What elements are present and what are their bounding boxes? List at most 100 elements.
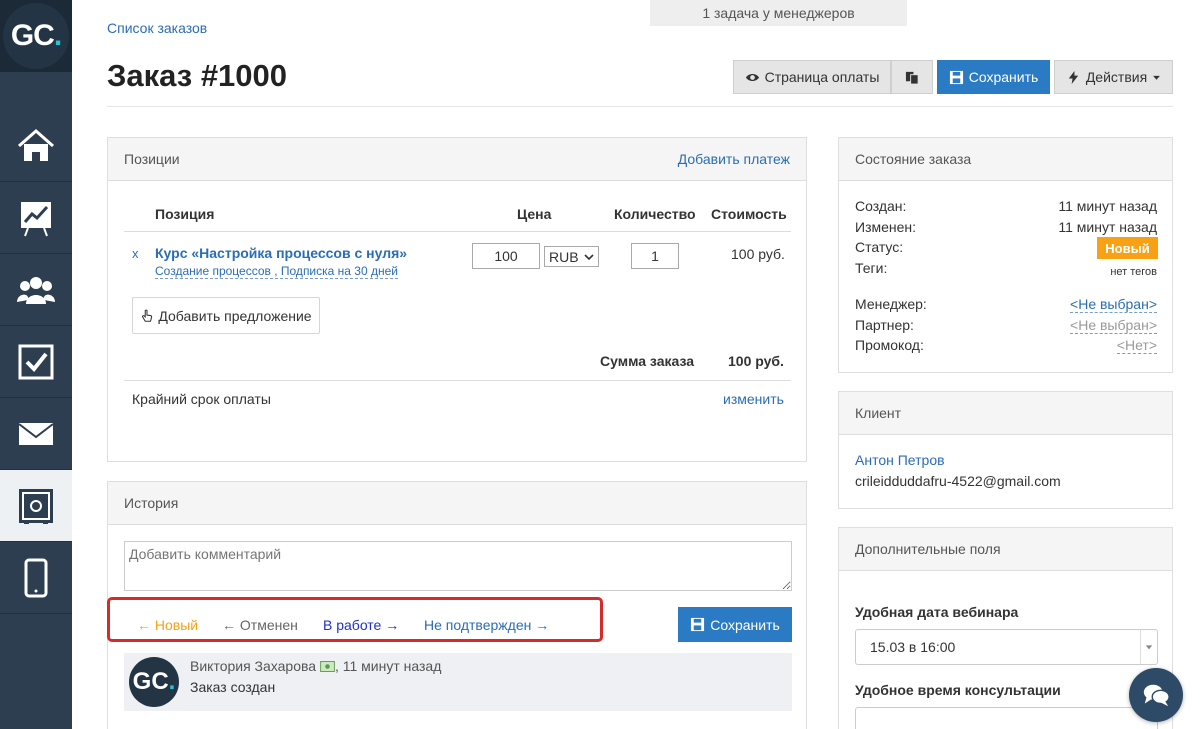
- save-label: Сохранить: [968, 69, 1039, 85]
- status-badge[interactable]: Новый: [1097, 237, 1158, 259]
- entry-text: Заказ создан: [190, 679, 276, 695]
- chevron-down-icon: [584, 253, 594, 260]
- history-entry: GC. Виктория Захарова , 11 минут назад З…: [124, 653, 792, 711]
- eye-icon: [745, 73, 759, 81]
- extra-fields-header: Дополнительные поля: [839, 528, 1172, 571]
- partner-select[interactable]: <Не выбран>: [1070, 317, 1157, 334]
- currency-select[interactable]: RUB: [544, 246, 599, 267]
- logo-badge: GC.: [3, 3, 69, 69]
- deadline-label: Крайний срок оплаты: [132, 391, 271, 407]
- safe-icon: [19, 488, 53, 524]
- users-icon: [17, 276, 55, 304]
- webinar-date-label: Удобная дата вебинара: [855, 604, 1019, 620]
- chart-icon: [21, 201, 51, 236]
- avatar: GC.: [129, 657, 179, 707]
- status-highlight: [107, 597, 603, 642]
- deadline-change-link[interactable]: изменить: [723, 391, 784, 407]
- entry-author[interactable]: Виктория Захарова: [190, 658, 316, 674]
- quantity-input[interactable]: 1: [631, 243, 679, 269]
- price-input[interactable]: 100: [472, 243, 540, 269]
- history-save-label: Сохранить: [710, 616, 780, 633]
- total-divider: [124, 380, 791, 381]
- chat-icon: [1143, 684, 1170, 707]
- client-title: Клиент: [855, 405, 902, 421]
- chat-button[interactable]: [1129, 668, 1183, 722]
- modified-label: Изменен:: [855, 219, 917, 235]
- tasks-banner[interactable]: 1 задача у менеджеров: [650, 0, 907, 26]
- avatar-dot: .: [168, 668, 176, 695]
- actions-label: Действия: [1085, 69, 1148, 85]
- money-icon: [320, 661, 335, 672]
- manager-select[interactable]: <Не выбран>: [1070, 296, 1157, 313]
- save-button[interactable]: Сохранить: [937, 60, 1050, 94]
- add-payment-link[interactable]: Добавить платеж: [678, 151, 790, 167]
- sidebar: GC.: [0, 0, 72, 729]
- col-cost: Стоимость: [711, 206, 787, 222]
- extra-fields-title: Дополнительные поля: [855, 541, 1001, 557]
- caret-down-icon: [1145, 645, 1153, 650]
- promo-select[interactable]: <Нет>: [1116, 337, 1157, 354]
- entry-time: , 11 минут назад: [334, 658, 442, 674]
- item-cost: 100 руб.: [731, 246, 785, 262]
- col-position: Позиция: [155, 206, 215, 222]
- hand-pointer-icon: [142, 309, 153, 322]
- order-state-header: Состояние заказа: [839, 138, 1172, 181]
- entry-meta: Виктория Захарова , 11 минут назад: [190, 658, 441, 674]
- history-header: История: [108, 482, 806, 525]
- history-save-button[interactable]: Сохранить: [678, 607, 792, 642]
- col-quantity: Количество: [614, 206, 696, 222]
- phone-icon: [24, 558, 48, 597]
- remove-item-button[interactable]: x: [132, 246, 139, 261]
- save-icon: [691, 617, 705, 632]
- home-icon: [18, 128, 54, 161]
- consult-time-input[interactable]: [855, 707, 1158, 729]
- partner-label: Партнер:: [855, 317, 914, 333]
- sidebar-item-mobile[interactable]: [0, 542, 72, 614]
- add-offer-button[interactable]: Добавить предложение: [132, 297, 320, 334]
- save-icon: [949, 70, 963, 84]
- modified-value: 11 минут назад: [1058, 219, 1157, 235]
- order-state-title: Состояние заказа: [855, 151, 972, 167]
- logo-text: GC: [10, 19, 55, 52]
- tags-label: Теги:: [855, 260, 888, 276]
- copy-button[interactable]: [891, 60, 933, 94]
- breadcrumb[interactable]: Список заказов: [107, 20, 207, 36]
- extra-fields-panel: Дополнительные поля Удобная дата вебинар…: [838, 527, 1173, 729]
- add-offer-label: Добавить предложение: [158, 307, 312, 324]
- order-total-value: 100 руб.: [728, 353, 784, 369]
- bolt-icon: [1068, 70, 1079, 84]
- consult-time-label: Удобное время консультации: [855, 682, 1061, 698]
- sidebar-item-tasks[interactable]: [0, 326, 72, 398]
- table-divider: [124, 231, 791, 232]
- caret-down-icon: [1153, 75, 1161, 80]
- sidebar-item-reports[interactable]: [0, 182, 72, 254]
- sidebar-item-sales[interactable]: [0, 470, 72, 542]
- created-label: Создан:: [855, 198, 907, 214]
- actions-dropdown[interactable]: Действия: [1054, 60, 1173, 94]
- currency-value: RUB: [549, 248, 579, 265]
- client-panel: Клиент Антон Петров crileidduddafru-4522…: [838, 391, 1173, 509]
- checkbox-icon: [18, 344, 54, 379]
- manager-label: Менеджер:: [855, 296, 927, 312]
- payment-page-button[interactable]: Страница оплаты: [733, 60, 891, 94]
- client-header: Клиент: [839, 392, 1172, 435]
- order-total-label: Сумма заказа: [600, 353, 695, 369]
- sidebar-item-users[interactable]: [0, 254, 72, 326]
- header-divider: [107, 106, 1173, 107]
- client-name-link[interactable]: Антон Петров: [855, 452, 945, 468]
- logo[interactable]: GC.: [0, 0, 72, 72]
- webinar-date-select[interactable]: 15.03 в 16:00: [855, 629, 1158, 665]
- positions-header: Позиции Добавить платеж: [108, 138, 806, 181]
- order-state-panel: Состояние заказа Создан: 11 минут назад …: [838, 137, 1173, 373]
- sidebar-item-messages[interactable]: [0, 398, 72, 470]
- avatar-text: GC: [132, 668, 169, 695]
- item-name[interactable]: Курс «Настройка процессов с нуля»: [155, 245, 407, 261]
- payment-page-label: Страница оплаты: [764, 69, 880, 85]
- item-sub[interactable]: Создание процессов , Подписка на 30 дней: [155, 264, 398, 279]
- col-price: Цена: [517, 206, 552, 222]
- page-title: Заказ #1000: [107, 58, 288, 93]
- tags-value[interactable]: нет тегов: [1110, 266, 1157, 278]
- sidebar-item-home[interactable]: [0, 110, 72, 182]
- comment-input[interactable]: [124, 541, 792, 591]
- mail-icon: [18, 422, 54, 445]
